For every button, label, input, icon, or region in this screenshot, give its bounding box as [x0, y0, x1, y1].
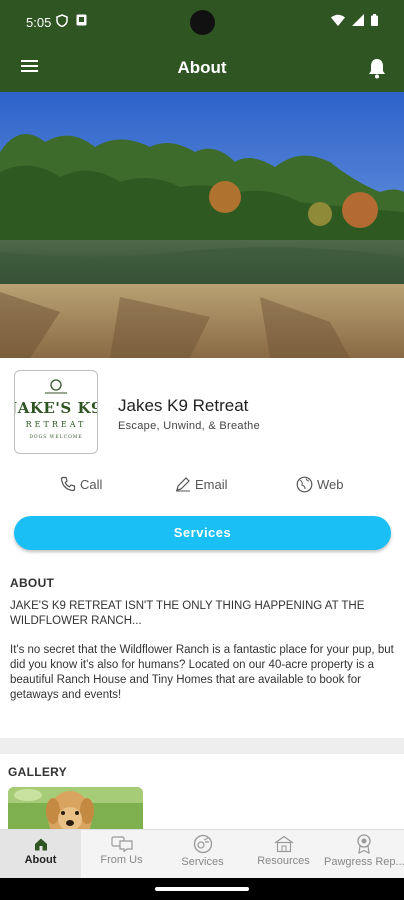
app-bar: About: [0, 44, 404, 92]
tab-label: About: [24, 854, 57, 866]
logo-title-text: JAKE'S K9: [15, 399, 97, 417]
contact-actions: Call Email Web: [0, 476, 404, 498]
system-navigation-bar: [0, 878, 404, 900]
logo-caption-text: DOGS WELCOME: [29, 434, 82, 440]
email-button[interactable]: Email: [175, 476, 228, 492]
email-label: Email: [195, 476, 228, 492]
about-section-title: ABOUT: [10, 576, 55, 590]
gallery-title: GALLERY: [8, 765, 67, 779]
tab-label: Pawgress Rep...: [324, 856, 404, 868]
tab-label: Services: [181, 856, 224, 868]
wifi-icon: [331, 14, 345, 26]
page-title: About: [177, 58, 227, 77]
about-heading: JAKE'S K9 RETREAT ISN'T THE ONLY THING H…: [10, 600, 365, 627]
services-icon: [193, 834, 212, 854]
tab-label: From Us: [100, 854, 143, 866]
tab-resources[interactable]: Resources: [243, 830, 324, 879]
about-body: It's no secret that the Wildflower Ranch…: [10, 644, 394, 701]
signal-icon: [352, 14, 364, 26]
tab-label: Resources: [257, 855, 310, 867]
status-left-icons: [56, 14, 87, 27]
status-right-icons: [331, 14, 378, 26]
building-icon: [274, 835, 293, 853]
call-button[interactable]: Call: [60, 476, 102, 492]
section-divider: [0, 738, 404, 754]
tab-about[interactable]: About: [0, 830, 81, 879]
notification-icon: [76, 14, 87, 26]
battery-icon: [371, 14, 378, 26]
award-icon: [357, 834, 371, 854]
web-button[interactable]: Web: [296, 476, 344, 493]
status-bar: 5:05: [0, 0, 404, 44]
pencil-icon: [176, 477, 190, 492]
bell-icon[interactable]: [366, 56, 388, 80]
tab-pawgress-report[interactable]: Pawgress Rep...: [324, 830, 404, 879]
phone-icon: [60, 476, 76, 492]
web-label: Web: [317, 477, 344, 492]
status-time: 5:05: [26, 15, 52, 30]
bottom-tab-bar: About From Us Services Resources Pawgres…: [0, 829, 404, 879]
front-camera: [190, 10, 215, 35]
tab-services[interactable]: Services: [162, 830, 243, 879]
business-tagline: Escape, Unwind, & Breathe: [118, 420, 261, 432]
gallery-image[interactable]: [8, 787, 143, 829]
tab-from-us[interactable]: From Us: [81, 830, 162, 879]
hero-image: [0, 92, 404, 358]
services-button[interactable]: Services: [14, 516, 391, 550]
business-name: Jakes K9 Retreat: [118, 396, 249, 415]
globe-icon: [296, 476, 313, 493]
business-logo: JAKE'S K9 RETREAT DOGS WELCOME: [8, 370, 101, 454]
logo-subtitle-text: RETREAT: [26, 420, 87, 429]
shield-icon: [56, 14, 68, 27]
home-gesture-handle[interactable]: [155, 887, 249, 891]
business-profile: JAKE'S K9 RETREAT DOGS WELCOME Jakes K9 Re…: [0, 358, 404, 738]
home-icon: [34, 838, 47, 851]
call-label: Call: [80, 476, 103, 492]
chat-icon: [110, 836, 133, 852]
